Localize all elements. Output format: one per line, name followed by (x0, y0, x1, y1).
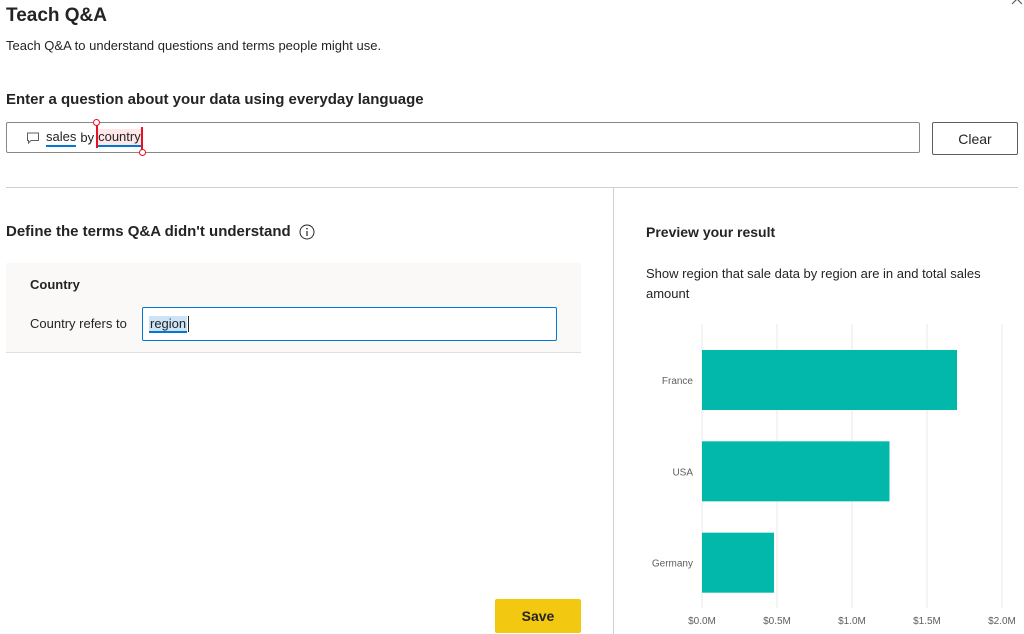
refers-label: Country refers to (30, 316, 127, 331)
x-tick-label: $1.5M (913, 616, 941, 627)
x-tick-label: $0.5M (763, 616, 791, 627)
vertical-divider (613, 188, 614, 634)
chat-icon (26, 131, 40, 145)
define-heading: Define the terms Q&A didn't understand (6, 223, 315, 240)
category-label: USA (672, 467, 693, 478)
horizontal-divider (6, 187, 1018, 188)
refers-input[interactable]: region (142, 307, 557, 341)
x-tick-label: $1.0M (838, 616, 866, 627)
x-tick-label: $0.0M (688, 616, 716, 627)
term-card: Country Country refers to region (6, 263, 581, 353)
term-name: Country (30, 277, 80, 292)
bar-usa[interactable] (702, 441, 890, 502)
question-heading: Enter a question about your data using e… (6, 91, 424, 108)
bar-germany[interactable] (702, 532, 774, 593)
dialog-title: Teach Q&A (6, 5, 108, 26)
close-icon[interactable] (1010, 0, 1024, 6)
preview-chart: $0.0M $0.5M $1.0M $1.5M $2.0M France USA German… (652, 324, 1016, 627)
question-term-by[interactable]: by (80, 130, 94, 145)
question-input[interactable]: sales by country (6, 118, 920, 156)
question-term-sales[interactable]: sales (46, 129, 77, 147)
save-button[interactable]: Save (495, 599, 581, 633)
info-icon[interactable] (299, 224, 315, 240)
x-tick-label: $2.0M (988, 616, 1016, 627)
clear-button[interactable]: Clear (932, 122, 1018, 155)
category-label: France (662, 376, 694, 387)
preview-heading: Preview your result (646, 224, 776, 240)
category-label: Germany (652, 559, 693, 570)
preview-description: Show region that sale data by region are… (646, 266, 981, 301)
refers-value: region (149, 315, 188, 333)
question-term-country[interactable]: country (93, 118, 146, 156)
bar-france[interactable] (702, 350, 957, 410)
define-heading-text: Define the terms Q&A didn't understand (6, 223, 291, 240)
dialog-subtitle: Teach Q&A to understand questions and te… (6, 38, 382, 53)
